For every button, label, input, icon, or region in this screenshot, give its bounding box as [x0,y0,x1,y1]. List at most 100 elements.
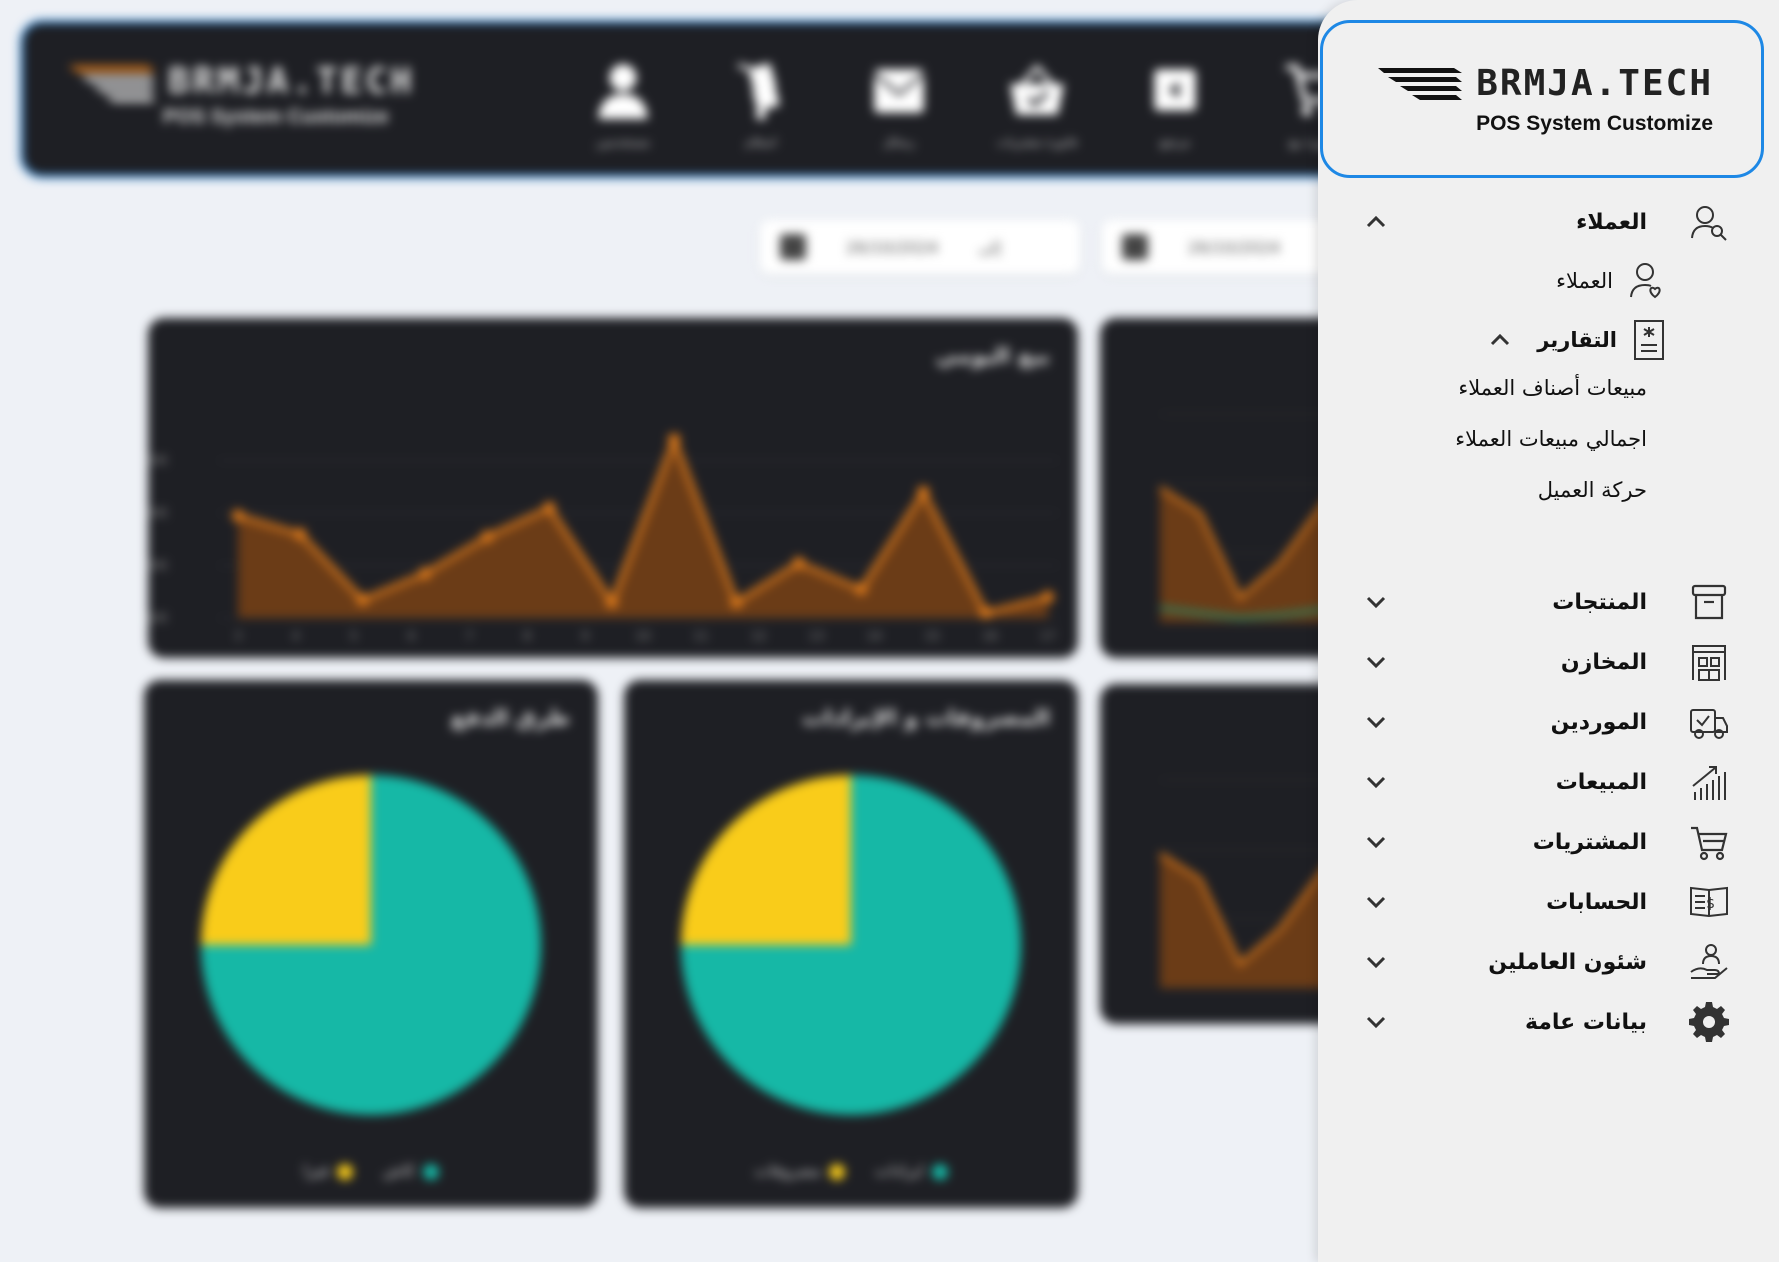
legend-swatch [931,1163,948,1180]
data-point[interactable] [605,596,618,609]
data-point[interactable] [418,567,431,580]
chevron-down-icon[interactable] [1362,1008,1390,1036]
sidebar-item-suppliers[interactable]: الموردين [1318,696,1779,748]
daily-sales-chart: $0K $100K $200K $300K 3 4 5 6 7 8 9 10 11 12 13 14 15 16 1… [148,432,1058,643]
x-tick-label: 12 [751,629,766,643]
brand-wings-icon [68,65,156,102]
chevron-down-icon[interactable] [1362,588,1390,616]
y-tick-label: $0K [148,611,169,625]
y-tick-label: $300K [148,454,169,468]
gear-icon [1687,1000,1731,1044]
user-heart-icon [1630,263,1661,299]
sidebar-report-customer-movement[interactable]: حركة العميل [1538,478,1647,502]
data-point[interactable] [855,583,868,596]
daily-sales-panel: بيع اليومي $0K$100K$200K$300K34567891011… [148,318,1078,658]
chevron-down-icon[interactable] [1362,828,1390,856]
chevron-down-icon[interactable] [1362,888,1390,916]
chevron-up-icon[interactable] [1487,327,1513,353]
legend-label: كاش [382,1161,415,1180]
chevron-up-icon[interactable] [1362,208,1390,236]
data-point[interactable] [1042,591,1054,603]
legend-item-revenues: ايرادات [875,1161,948,1180]
x-tick-label: 13 [809,629,824,643]
data-point[interactable] [232,509,244,522]
sidebar-item-hr[interactable]: شئون العاملين [1318,936,1779,988]
data-point[interactable] [668,433,681,446]
data-point[interactable] [979,606,992,619]
payment-methods-panel: طرق الدفع كاش فيزا [144,680,598,1208]
sidebar-report-customer-item-sales[interactable]: مبيعات أصناف العملاء [1458,376,1647,400]
sidebar-report-customer-total-sales[interactable]: اجمالي مبيعات العملاء [1455,427,1647,451]
data-point[interactable] [792,556,805,569]
navbar-brand-tagline: POS System Customize [163,106,389,128]
x-tick-label: 7 [466,629,474,643]
sidebar-item-accounts[interactable]: $ الحسابات [1318,876,1779,928]
shortcut-purchase-invoice[interactable]: فاتورة مشتريات [997,59,1077,149]
legend-label: مصروفات [754,1161,821,1180]
legend-item-cash: كاش [383,1161,439,1180]
x-tick-label: 11 [693,629,708,643]
y-tick-label: $200K [148,506,169,520]
data-point[interactable] [481,530,494,543]
pie-slice-1[interactable] [201,775,371,945]
chevron-down-icon[interactable] [1362,648,1390,676]
payment-methods-chart [201,775,541,1115]
date-from-value: 26/10/2024 [846,237,939,257]
sidebar-subitem-reports[interactable]: التقارير [1407,316,1667,364]
shortcut-label: رسائل [883,135,915,149]
legend-item-visa: فيزا [303,1161,353,1180]
x-tick-label: 9 [581,629,589,643]
sidebar-item-label: الحسابات [1546,889,1647,915]
x-tick-label: 17 [1040,629,1055,643]
shortcut-messages[interactable]: رسائل [859,59,939,149]
chevron-down-icon[interactable] [1362,708,1390,736]
delivery-truck-icon [1687,700,1731,744]
data-point[interactable] [356,593,369,606]
y-tick-label: $100K [148,559,169,573]
shortcut-receiving[interactable]: استلام [721,59,801,149]
sidebar-item-products[interactable]: المنتجات [1318,576,1779,628]
shortcut-label: مرتجع [1159,135,1191,149]
sidebar-item-customers[interactable]: العملاء [1318,196,1779,248]
report-document-icon [1634,320,1664,360]
data-point[interactable] [917,486,930,498]
chevron-down-icon[interactable] [1362,948,1390,976]
data-point[interactable] [543,501,556,514]
shortcut-label: استلام [745,135,777,149]
sidebar-item-label: شئون العاملين [1488,949,1647,975]
shortcut-users[interactable]: مستخدمين [583,59,663,149]
mail-icon [873,69,925,113]
legend-swatch [336,1163,353,1180]
x-tick-label: 8 [523,629,531,643]
sidebar-item-label: المخازن [1560,649,1647,675]
ledger-book-icon: $ [1687,880,1731,924]
brand-wings-icon [1378,67,1463,100]
expenses-revenues-panel: المصروفات و الإيرادات ايرادات مصروفات [624,680,1078,1208]
chevron-down-icon[interactable] [1362,768,1390,796]
sidebar-item-warehouses[interactable]: المخازن [1318,636,1779,688]
x-tick-label: 3 [234,629,242,643]
sidebar-subitem-customers[interactable]: العملاء [1556,257,1667,305]
archive-box-icon [1687,580,1731,624]
x-tick-label: 10 [635,629,650,643]
sidebar-item-label: المنتجات [1552,589,1647,615]
legend-label: فيزا [303,1161,329,1180]
data-point[interactable] [294,528,307,540]
shortcut-return[interactable]: مرتجع [1135,59,1215,149]
date-filter-from[interactable]: 26/10/2024 إلى [760,220,1080,274]
sales-growth-icon [1687,760,1731,804]
legend-swatch [828,1163,845,1180]
sidebar-logo[interactable]: BRMJA.TECH POS System Customize [1378,63,1713,136]
sidebar-subitem-label: العملاء [1556,269,1613,293]
calendar-icon [780,234,806,260]
sidebar-item-purchases[interactable]: المشتريات [1318,816,1779,868]
sidebar-item-label: الموردين [1550,709,1647,735]
shortcut-label: مستخدمين [596,135,650,149]
expenses-legend: ايرادات مصروفات [624,1161,1078,1180]
pie-slice-1[interactable] [681,775,851,945]
data-point[interactable] [730,596,743,609]
sidebar-subitem-label: التقارير [1537,328,1617,352]
sidebar-item-sales[interactable]: المبيعات [1318,756,1779,808]
navbar-logo[interactable]: BRMJA.TECH POS System Customize [68,61,415,129]
sidebar-item-general-data[interactable]: بيانات عامة [1318,996,1779,1048]
